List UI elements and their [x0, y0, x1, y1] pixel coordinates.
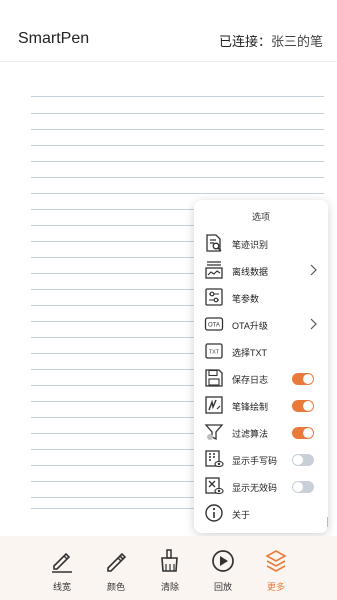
- ruled-line: [31, 96, 324, 97]
- tab-color[interactable]: 颜色: [89, 536, 143, 600]
- broom-icon: [161, 549, 178, 572]
- pencil-icon: [52, 552, 72, 573]
- menu-item-offline-data[interactable]: 离线数据: [194, 257, 328, 283]
- app-title: SmartPen: [18, 30, 90, 47]
- app-header: SmartPen 已连接：张三的笔: [0, 0, 337, 62]
- scroll-indicator: [327, 517, 330, 527]
- layers-icon: [265, 550, 287, 572]
- sliders-icon: [205, 288, 223, 306]
- ruled-line: [31, 129, 324, 130]
- menu-item-select-txt[interactable]: TXT 选择TXT: [194, 338, 328, 364]
- toggle-knob: [293, 455, 303, 465]
- chevron-right-icon: [310, 318, 317, 330]
- filter-algorithm-toggle[interactable]: [292, 427, 314, 439]
- tab-label: 更多: [266, 582, 285, 592]
- show-handwriting-code-toggle[interactable]: [292, 454, 314, 466]
- tab-playback[interactable]: 回放: [196, 536, 250, 600]
- chevron-right-icon: [310, 264, 317, 276]
- menu-item-handwriting-recognition[interactable]: 笔迹识别: [194, 230, 328, 256]
- menu-item-label: 离线数据: [232, 267, 269, 277]
- ruled-line: [31, 193, 324, 194]
- menu-item-label: 选择TXT: [232, 348, 267, 358]
- document-search-icon: [206, 234, 222, 252]
- info-icon: [205, 504, 223, 522]
- play-circle-icon: [212, 550, 234, 572]
- pen-name: 张三的笔: [270, 34, 323, 49]
- connection-status-prefix: 已连接：: [218, 34, 271, 49]
- ruled-line: [31, 161, 324, 162]
- stroke-drawing-toggle[interactable]: [292, 400, 314, 412]
- ruled-line: [31, 145, 324, 146]
- menu-item-pen-parameters[interactable]: 笔参数: [194, 284, 328, 310]
- toggle-knob: [303, 374, 313, 384]
- offline-data-icon: [205, 261, 223, 279]
- bottom-toolbar: 线宽 颜色 清除 回放 更多: [0, 536, 337, 600]
- menu-item-stroke-drawing[interactable]: 笔锋绘制: [194, 392, 328, 418]
- menu-item-label: 笔锋绘制: [232, 402, 269, 412]
- txt-file-icon: TXT: [205, 343, 223, 359]
- show-invalid-code-toggle[interactable]: [292, 481, 314, 493]
- menu-item-ota-upgrade[interactable]: OTA OTA升级: [194, 311, 328, 337]
- options-menu-title: 选项: [251, 212, 270, 222]
- options-menu: 选项 笔迹识别 离线数据 笔参数 OTA OTA升级 TXT 选择TXT 保存日…: [194, 200, 328, 533]
- brush-stroke-icon: [205, 396, 223, 414]
- menu-item-label: 关于: [232, 510, 251, 520]
- menu-item-label: 笔参数: [232, 294, 260, 304]
- invalid-code-eye-icon: [205, 477, 224, 495]
- menu-item-label: 过滤算法: [232, 429, 269, 439]
- tab-label: 颜色: [106, 582, 125, 592]
- tab-clear[interactable]: 清除: [143, 536, 197, 600]
- ruled-line: [31, 113, 324, 114]
- menu-item-label: 显示手写码: [232, 456, 278, 466]
- tab-more[interactable]: 更多: [249, 536, 303, 600]
- grid-eye-icon: [205, 450, 224, 468]
- save-log-toggle[interactable]: [292, 373, 314, 385]
- tab-line-width[interactable]: 线宽: [35, 536, 89, 600]
- menu-item-label: 显示无效码: [232, 483, 278, 493]
- txt-icon-text: TXT: [209, 350, 220, 356]
- menu-item-label: 保存日志: [232, 375, 269, 385]
- menu-item-show-handwriting-code[interactable]: 显示手写码: [194, 446, 328, 472]
- menu-item-filter-algorithm[interactable]: 过滤算法: [194, 419, 328, 445]
- menu-item-about[interactable]: 关于: [194, 500, 328, 526]
- filter-icon: [204, 424, 224, 441]
- tab-label: 清除: [160, 582, 179, 592]
- toggle-knob: [303, 401, 313, 411]
- pen-color-icon: [107, 552, 127, 572]
- toggle-knob: [293, 482, 303, 492]
- tab-label: 回放: [213, 582, 232, 592]
- ota-icon-text: OTA: [208, 323, 220, 329]
- ruled-line: [31, 177, 324, 178]
- menu-item-show-invalid-code[interactable]: 显示无效码: [194, 473, 328, 499]
- connection-status[interactable]: 已连接：张三的笔: [219, 31, 323, 50]
- menu-item-label: OTA升级: [232, 321, 268, 331]
- save-icon: [205, 369, 223, 387]
- menu-item-label: 笔迹识别: [232, 240, 269, 250]
- menu-item-save-log[interactable]: 保存日志: [194, 365, 328, 391]
- tab-label: 线宽: [52, 582, 71, 592]
- ota-icon: OTA: [204, 317, 224, 331]
- toggle-knob: [303, 428, 313, 438]
